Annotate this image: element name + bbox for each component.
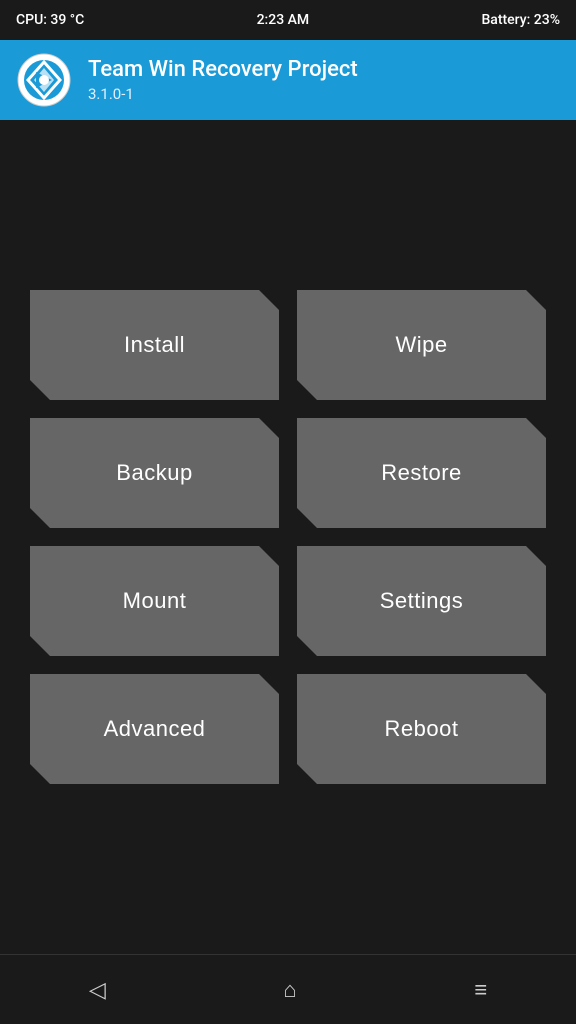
battery-status: Battery: 23%	[481, 12, 560, 28]
menu-icon: ≡	[474, 979, 487, 1001]
app-header: Team Win Recovery Project 3.1.0-1	[0, 40, 576, 120]
app-title: Team Win Recovery Project	[88, 57, 358, 83]
settings-button[interactable]: Settings	[297, 546, 546, 656]
button-row-3: Mount Settings	[30, 546, 546, 656]
button-row-4: Advanced Reboot	[30, 674, 546, 784]
nav-bar: ◁ ⌂ ≡	[0, 954, 576, 1024]
advanced-button[interactable]: Advanced	[30, 674, 279, 784]
main-content: Install Wipe Backup Restore Mount Settin…	[0, 120, 576, 954]
status-bar: CPU: 39 °C 2:23 AM Battery: 23%	[0, 0, 576, 40]
back-button[interactable]: ◁	[59, 969, 136, 1011]
menu-button[interactable]: ≡	[444, 969, 517, 1011]
reboot-button[interactable]: Reboot	[297, 674, 546, 784]
home-icon: ⌂	[283, 979, 296, 1001]
home-button[interactable]: ⌂	[253, 969, 326, 1011]
header-text: Team Win Recovery Project 3.1.0-1	[88, 57, 358, 103]
button-row-2: Backup Restore	[30, 418, 546, 528]
mount-button[interactable]: Mount	[30, 546, 279, 656]
wipe-button[interactable]: Wipe	[297, 290, 546, 400]
back-icon: ◁	[89, 979, 106, 1001]
backup-button[interactable]: Backup	[30, 418, 279, 528]
install-button[interactable]: Install	[30, 290, 279, 400]
twrp-logo	[16, 52, 72, 108]
button-row-1: Install Wipe	[30, 290, 546, 400]
restore-button[interactable]: Restore	[297, 418, 546, 528]
cpu-status: CPU: 39 °C	[16, 12, 84, 28]
app-version: 3.1.0-1	[88, 85, 358, 103]
time-display: 2:23 AM	[257, 12, 310, 28]
